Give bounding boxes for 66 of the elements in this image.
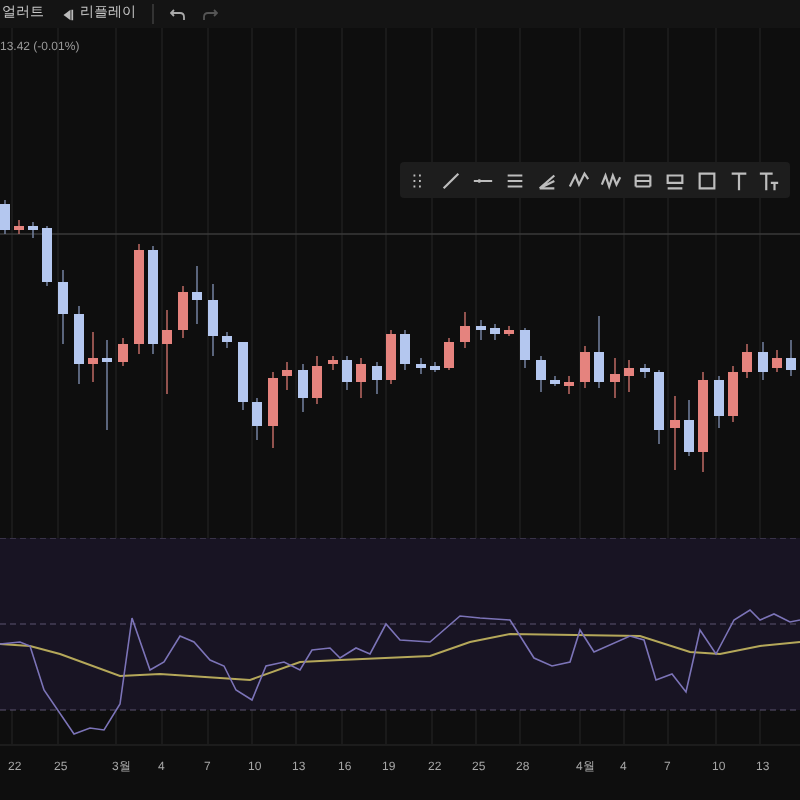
candle xyxy=(356,357,366,399)
zigzag-icon[interactable] xyxy=(567,169,590,191)
candle xyxy=(42,225,52,287)
candle xyxy=(504,325,514,337)
candle xyxy=(178,285,188,339)
candle xyxy=(372,361,382,395)
candle xyxy=(74,305,84,385)
candle xyxy=(654,369,664,445)
line-icon[interactable] xyxy=(440,169,463,191)
candle xyxy=(444,337,454,371)
candle xyxy=(268,371,278,449)
candle xyxy=(772,349,782,373)
candle xyxy=(208,283,218,357)
candle xyxy=(564,375,574,395)
candle xyxy=(0,199,10,235)
candle xyxy=(714,375,724,429)
candle xyxy=(298,363,308,413)
parallel-lines-icon[interactable] xyxy=(504,169,527,191)
candle xyxy=(758,341,768,381)
candle xyxy=(118,337,128,367)
box-lines-icon[interactable] xyxy=(663,169,686,191)
candle xyxy=(476,319,486,341)
candle xyxy=(490,323,500,341)
candle xyxy=(328,355,338,371)
candle xyxy=(698,371,708,473)
candle xyxy=(58,269,68,345)
candle xyxy=(520,327,530,369)
replay-icon xyxy=(60,7,74,21)
candle xyxy=(192,265,202,325)
candle xyxy=(536,355,546,393)
candle xyxy=(148,245,158,355)
candle xyxy=(550,375,560,387)
undo-icon[interactable] xyxy=(170,7,186,21)
candle xyxy=(102,339,112,431)
candle xyxy=(386,329,396,385)
candle xyxy=(238,341,248,411)
candle xyxy=(222,331,232,349)
candle xyxy=(684,399,694,457)
candle xyxy=(640,363,650,379)
candle xyxy=(580,345,590,389)
candle xyxy=(162,309,172,395)
candle xyxy=(416,357,426,375)
candle xyxy=(594,315,604,389)
candle xyxy=(28,221,38,239)
candle xyxy=(342,355,352,391)
candle xyxy=(312,355,322,405)
candle xyxy=(14,219,24,235)
rectangle-icon[interactable] xyxy=(695,169,718,191)
candle xyxy=(430,361,440,373)
candle xyxy=(624,359,634,393)
candle xyxy=(460,311,470,349)
candle xyxy=(670,395,680,471)
candle xyxy=(88,331,98,383)
ranges-icon[interactable] xyxy=(631,169,654,191)
candle xyxy=(786,339,796,377)
candle xyxy=(252,397,262,441)
text-icon[interactable] xyxy=(727,169,750,191)
text-size-icon[interactable] xyxy=(758,169,781,191)
candle xyxy=(400,329,410,371)
candle xyxy=(728,365,738,423)
redo-icon[interactable] xyxy=(202,7,218,21)
candle xyxy=(742,343,752,379)
candle xyxy=(282,361,292,391)
candle xyxy=(134,243,144,355)
wave-icon[interactable] xyxy=(599,169,622,191)
candle xyxy=(610,357,620,399)
